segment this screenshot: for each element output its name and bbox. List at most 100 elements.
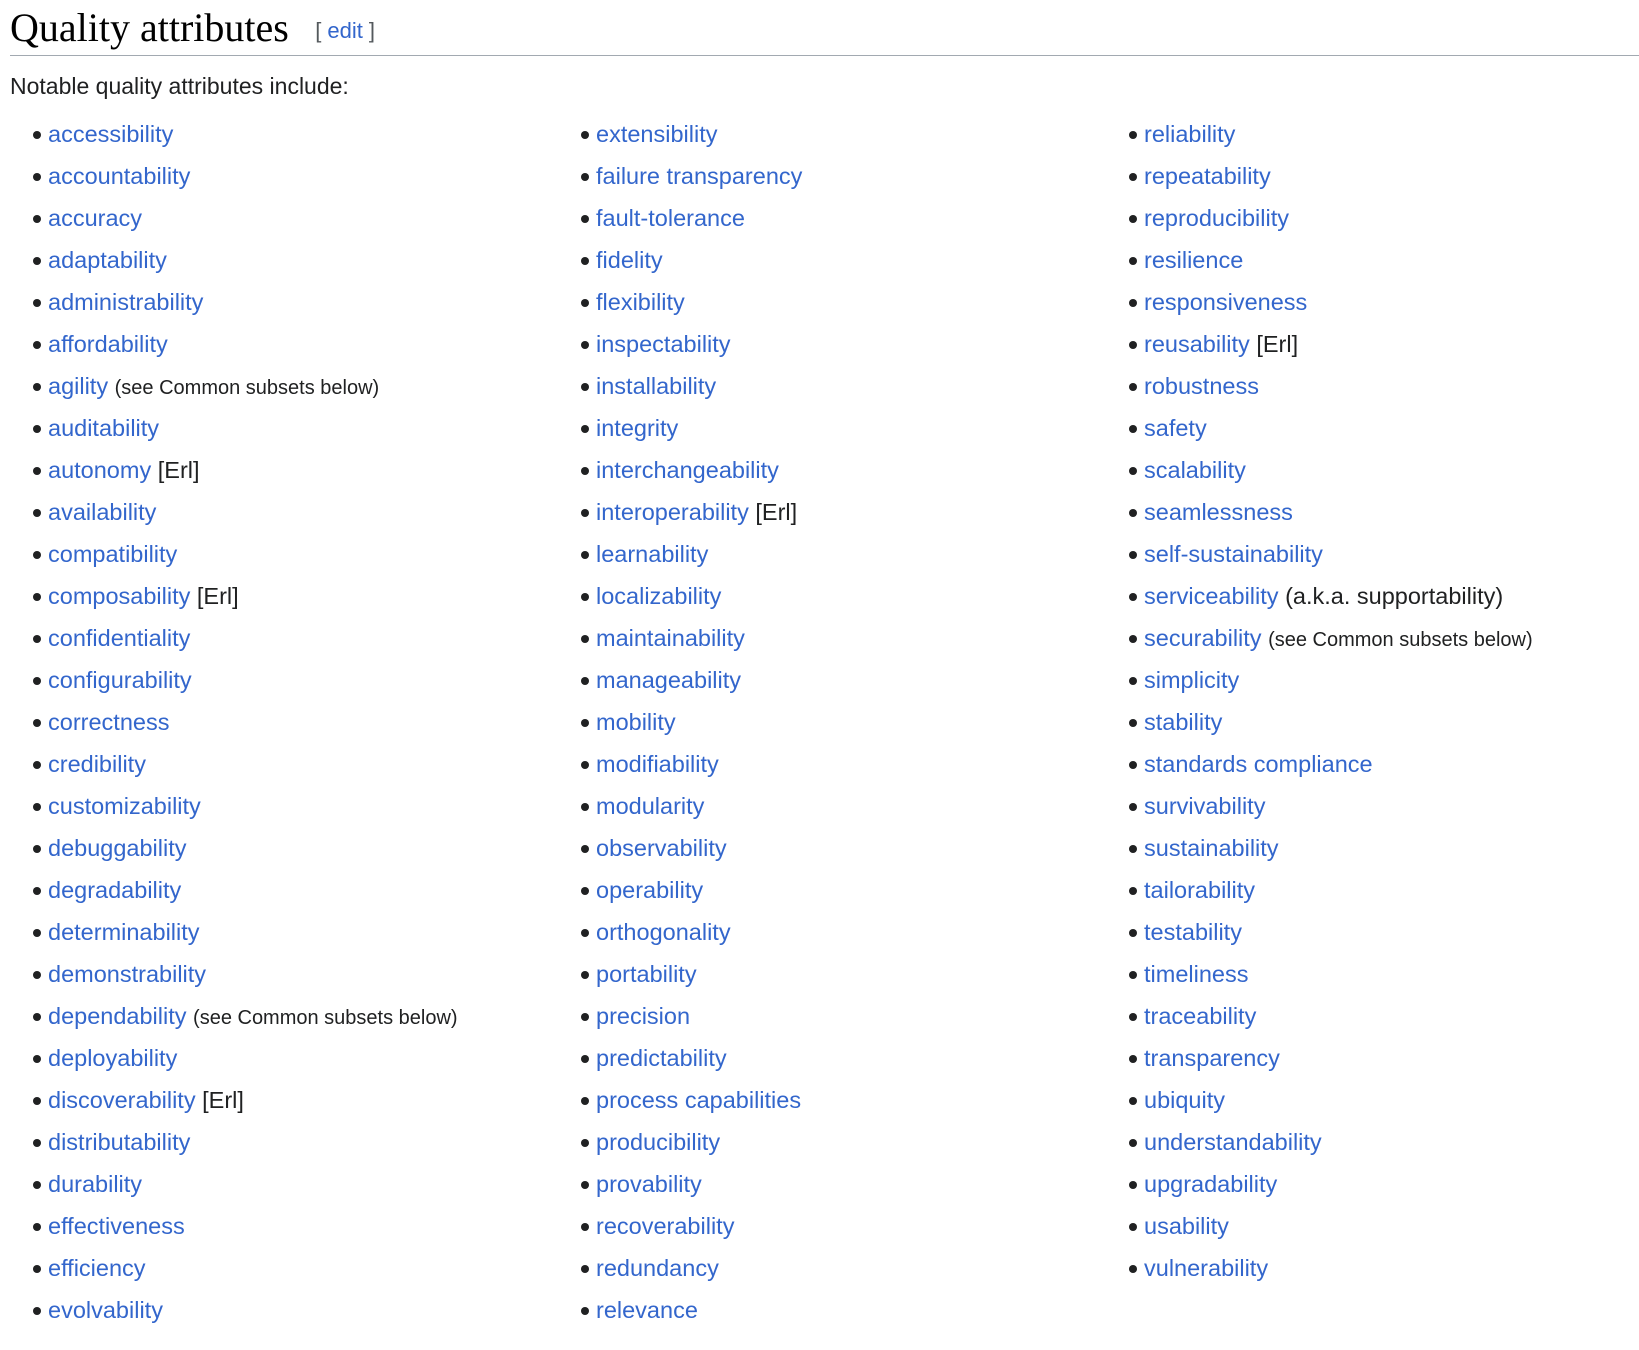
attribute-link[interactable]: affordability <box>48 331 168 357</box>
attribute-link[interactable]: survivability <box>1144 793 1265 819</box>
attribute-link[interactable]: reusability <box>1144 331 1250 357</box>
attribute-link[interactable]: sustainability <box>1144 835 1279 861</box>
bullet-icon <box>33 1223 41 1231</box>
attribute-link[interactable]: recoverability <box>596 1213 734 1239</box>
attribute-link[interactable]: correctness <box>48 709 169 735</box>
attribute-link[interactable]: customizability <box>48 793 201 819</box>
attribute-link[interactable]: maintainability <box>596 625 745 651</box>
attribute-link[interactable]: interoperability <box>596 499 749 525</box>
attribute-link[interactable]: fidelity <box>596 247 663 273</box>
edit-link[interactable]: edit <box>327 18 362 43</box>
attribute-link[interactable]: composability <box>48 583 190 609</box>
attribute-link[interactable]: orthogonality <box>596 919 731 945</box>
attribute-link[interactable]: vulnerability <box>1144 1255 1268 1281</box>
attribute-link[interactable]: failure transparency <box>596 163 802 189</box>
attribute-link[interactable]: availability <box>48 499 156 525</box>
attribute-link[interactable]: deployability <box>48 1045 177 1071</box>
attribute-link[interactable]: autonomy <box>48 457 151 483</box>
attribute-link[interactable]: accountability <box>48 163 190 189</box>
attribute-link[interactable]: durability <box>48 1171 142 1197</box>
attribute-link[interactable]: mobility <box>596 709 676 735</box>
bullet-icon <box>33 257 41 265</box>
attribute-link[interactable]: operability <box>596 877 703 903</box>
attribute-link[interactable]: self-sustainability <box>1144 541 1323 567</box>
list-item: relevance <box>581 1294 802 1336</box>
attribute-link[interactable]: reliability <box>1144 121 1235 147</box>
attribute-link[interactable]: demonstrability <box>48 961 206 987</box>
bullet-icon <box>581 971 589 979</box>
attribute-link[interactable]: stability <box>1144 709 1222 735</box>
bullet-icon <box>1129 971 1137 979</box>
attribute-link[interactable]: configurability <box>48 667 192 693</box>
attribute-link[interactable]: accuracy <box>48 205 142 231</box>
attribute-link[interactable]: localizability <box>596 583 721 609</box>
attribute-link[interactable]: degradability <box>48 877 181 903</box>
bullet-icon <box>581 341 589 349</box>
attribute-link[interactable]: evolvability <box>48 1297 163 1323</box>
attribute-link[interactable]: safety <box>1144 415 1207 441</box>
attribute-link[interactable]: transparency <box>1144 1045 1280 1071</box>
attribute-link[interactable]: producibility <box>596 1129 720 1155</box>
attribute-link[interactable]: distributability <box>48 1129 190 1155</box>
attribute-link[interactable]: ubiquity <box>1144 1087 1225 1113</box>
attribute-link[interactable]: standards compliance <box>1144 751 1373 777</box>
list-item: repeatability <box>1129 160 1533 202</box>
attribute-link[interactable]: serviceability <box>1144 583 1279 609</box>
attribute-link[interactable]: learnability <box>596 541 708 567</box>
attribute-link[interactable]: seamlessness <box>1144 499 1293 525</box>
attribute-link[interactable]: testability <box>1144 919 1242 945</box>
list-item: debuggability <box>33 832 458 874</box>
attribute-link[interactable]: installability <box>596 373 716 399</box>
attribute-link[interactable]: fault-tolerance <box>596 205 745 231</box>
attribute-link[interactable]: redundancy <box>596 1255 719 1281</box>
attribute-link[interactable]: timeliness <box>1144 961 1248 987</box>
attribute-link[interactable]: upgradability <box>1144 1171 1277 1197</box>
attribute-link[interactable]: agility <box>48 373 108 399</box>
list-item: degradability <box>33 874 458 916</box>
attribute-link[interactable]: resilience <box>1144 247 1243 273</box>
attribute-link[interactable]: effectiveness <box>48 1213 185 1239</box>
attribute-link[interactable]: simplicity <box>1144 667 1239 693</box>
attribute-link[interactable]: modifiability <box>596 751 719 777</box>
attribute-link[interactable]: scalability <box>1144 457 1246 483</box>
attribute-link[interactable]: observability <box>596 835 727 861</box>
attribute-link[interactable]: auditability <box>48 415 159 441</box>
attribute-link[interactable]: modularity <box>596 793 704 819</box>
attribute-link[interactable]: reproducibility <box>1144 205 1289 231</box>
attribute-link[interactable]: securability <box>1144 625 1262 651</box>
attribute-link[interactable]: adaptability <box>48 247 167 273</box>
attribute-link[interactable]: robustness <box>1144 373 1259 399</box>
attribute-link[interactable]: relevance <box>596 1297 698 1323</box>
attribute-link[interactable]: repeatability <box>1144 163 1271 189</box>
attribute-link[interactable]: usability <box>1144 1213 1229 1239</box>
list-item: deployability <box>33 1042 458 1084</box>
attribute-link[interactable]: predictability <box>596 1045 727 1071</box>
attribute-link[interactable]: tailorability <box>1144 877 1255 903</box>
attribute-link[interactable]: inspectability <box>596 331 731 357</box>
attribute-link[interactable]: provability <box>596 1171 702 1197</box>
attribute-link[interactable]: manageability <box>596 667 741 693</box>
attribute-link[interactable]: administrability <box>48 289 203 315</box>
attribute-link[interactable]: precision <box>596 1003 690 1029</box>
attribute-link[interactable]: traceability <box>1144 1003 1256 1029</box>
attribute-link[interactable]: compatibility <box>48 541 177 567</box>
attribute-link[interactable]: understandability <box>1144 1129 1322 1155</box>
attribute-link[interactable]: determinability <box>48 919 200 945</box>
attribute-link[interactable]: accessibility <box>48 121 173 147</box>
attribute-link[interactable]: credibility <box>48 751 146 777</box>
attribute-link[interactable]: confidentiality <box>48 625 190 651</box>
attribute-link[interactable]: integrity <box>596 415 678 441</box>
attribute-link[interactable]: dependability <box>48 1003 187 1029</box>
attribute-link[interactable]: efficiency <box>48 1255 146 1281</box>
attribute-link[interactable]: extensibility <box>596 121 717 147</box>
attribute-link[interactable]: process capabilities <box>596 1087 801 1113</box>
attribute-link[interactable]: portability <box>596 961 697 987</box>
attribute-link[interactable]: flexibility <box>596 289 685 315</box>
attribute-link[interactable]: responsiveness <box>1144 289 1307 315</box>
bullet-icon <box>1129 635 1137 643</box>
list-item: configurability <box>33 664 458 706</box>
attribute-link[interactable]: interchangeability <box>596 457 779 483</box>
attribute-link[interactable]: discoverability <box>48 1087 196 1113</box>
attribute-link[interactable]: debuggability <box>48 835 187 861</box>
list-item: reusability [Erl] <box>1129 328 1533 370</box>
